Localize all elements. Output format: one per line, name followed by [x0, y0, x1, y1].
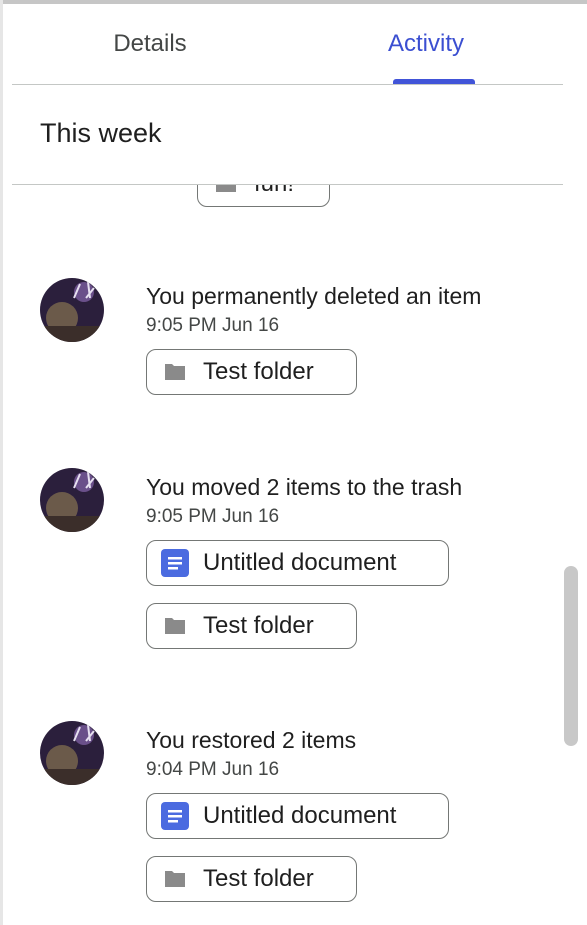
- section-heading: This week: [40, 118, 162, 148]
- item-chip-test-folder[interactable]: Test folder: [146, 349, 357, 395]
- activity-title: You restored 2 items: [146, 727, 357, 753]
- activity-timestamp: 9:04 PM Jun 16: [146, 759, 280, 780]
- item-chip-label: Test folder: [203, 358, 314, 385]
- item-chip-untitled-document[interactable]: Untitled document: [146, 793, 449, 839]
- item-chip-label: Test folder: [203, 865, 314, 892]
- user-avatar: [40, 721, 104, 785]
- tab-details[interactable]: Details: [12, 4, 288, 84]
- tab-divider: [12, 84, 563, 85]
- user-avatar: [40, 278, 104, 342]
- activity-timestamp: 9:05 PM Jun 16: [146, 315, 280, 336]
- item-chip-untitled-document[interactable]: Untitled document: [146, 540, 449, 586]
- activity-list: fun! You permanently deleted an item 9:0…: [0, 185, 587, 925]
- tab-details-label: Details: [113, 30, 187, 57]
- tab-activity-label: Activity: [387, 30, 464, 57]
- item-chip-label: Untitled document: [203, 802, 397, 829]
- activity-title: You permanently deleted an item: [146, 283, 482, 309]
- item-chip-test-folder[interactable]: Test folder: [146, 856, 357, 902]
- folder-icon: [214, 185, 240, 197]
- activity-title: You moved 2 items to the trash: [146, 474, 463, 500]
- item-chip-label: fun!: [254, 185, 294, 198]
- item-chip-fun[interactable]: fun!: [197, 185, 330, 207]
- activity-timestamp: 9:05 PM Jun 16: [146, 506, 280, 527]
- tab-activity[interactable]: Activity: [288, 4, 564, 84]
- user-avatar: [40, 468, 104, 532]
- folder-icon: [163, 359, 189, 385]
- item-chip-test-folder[interactable]: Test folder: [146, 603, 357, 649]
- docs-icon: [161, 549, 189, 577]
- item-chip-label: Untitled document: [203, 549, 397, 576]
- docs-icon: [161, 802, 189, 830]
- item-chip-label: Test folder: [203, 612, 314, 639]
- tab-bar: Details Activity: [12, 4, 563, 84]
- folder-icon: [163, 613, 189, 639]
- folder-icon: [163, 866, 189, 892]
- scrollbar-thumb[interactable]: [564, 566, 578, 746]
